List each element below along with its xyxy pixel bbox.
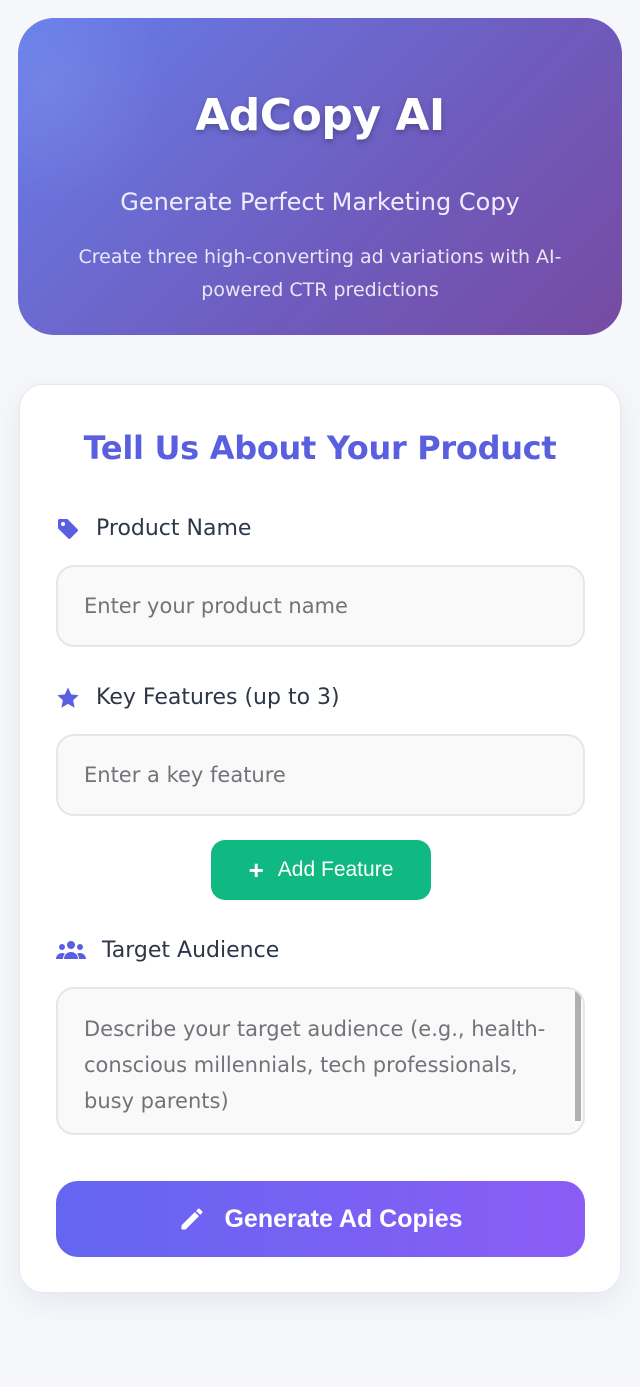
- add-feature-label: Add Feature: [277, 858, 394, 881]
- plus-icon: +: [248, 855, 264, 885]
- star-icon: [56, 686, 80, 710]
- hero-description: Create three high-converting ad variatio…: [78, 246, 562, 301]
- target-audience-placeholder: Describe your target audience (e.g., hea…: [84, 1017, 546, 1113]
- hero-banner: AdCopy AI Generate Perfect Marketing Cop…: [18, 18, 622, 335]
- key-features-label: Key Features (up to 3): [56, 685, 340, 710]
- form-title: Tell Us About Your Product: [83, 429, 557, 467]
- app-title: AdCopy AI: [195, 90, 445, 141]
- target-audience-label-text: Target Audience: [102, 938, 280, 963]
- key-feature-placeholder: Enter a key feature: [84, 763, 286, 787]
- generate-label: Generate Ad Copies: [224, 1204, 463, 1233]
- pencil-icon: [178, 1205, 206, 1233]
- target-audience-textarea[interactable]: Describe your target audience (e.g., hea…: [56, 987, 585, 1135]
- product-form-card: Tell Us About Your Product Product Name …: [19, 384, 621, 1293]
- add-feature-button[interactable]: + Add Feature: [211, 840, 431, 900]
- product-name-placeholder: Enter your product name: [84, 594, 348, 618]
- product-name-label-text: Product Name: [96, 516, 252, 541]
- key-feature-input[interactable]: Enter a key feature: [56, 734, 585, 816]
- product-name-label: Product Name: [56, 516, 251, 541]
- tag-icon: [56, 517, 80, 541]
- users-icon: [56, 939, 86, 963]
- hero-subtitle: Generate Perfect Marketing Copy: [120, 188, 520, 216]
- key-features-label-text: Key Features (up to 3): [96, 685, 340, 710]
- generate-ad-copies-button[interactable]: Generate Ad Copies: [56, 1181, 585, 1257]
- textarea-scrollbar[interactable]: [575, 991, 581, 1121]
- product-name-input[interactable]: Enter your product name: [56, 565, 585, 647]
- target-audience-label: Target Audience: [56, 938, 279, 963]
